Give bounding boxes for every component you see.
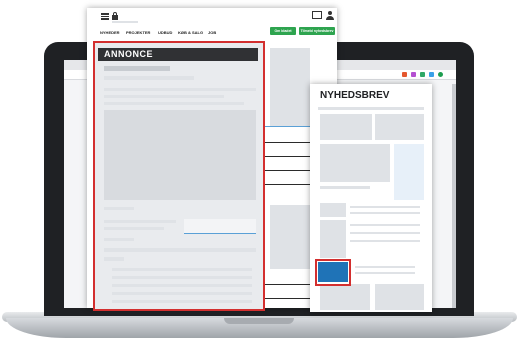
ad-text-placeholder [104,88,256,91]
newsletter-image-placeholder [375,114,424,140]
menu-icon[interactable] [101,12,109,20]
extension-icon[interactable] [402,72,407,77]
newsletter-text-placeholder [355,266,415,268]
ad-text-placeholder [104,248,256,252]
newsletter-image-placeholder [320,284,370,310]
ad-text-placeholder [104,207,134,210]
about-button[interactable]: Om bladet [270,27,296,35]
ad-text-placeholder [112,284,252,287]
newsletter-image-placeholder [320,220,346,258]
ad-text-placeholder [104,76,194,80]
nav-item-udbud[interactable]: UDBUD [158,30,172,35]
newsletter-text-placeholder [318,107,424,110]
newsletter-image-placeholder [320,114,372,140]
newsletter-text-placeholder [355,272,415,274]
nav-item-nyheder[interactable]: NYHEDER [100,30,120,35]
newsletter-text-placeholder [350,212,420,214]
ad-text-placeholder [104,257,124,261]
ad-text-placeholder [104,102,244,105]
ad-headline-placeholder [104,66,170,71]
newsletter-text-placeholder [350,206,420,208]
extension-icon[interactable] [411,72,416,77]
extension-icon[interactable] [420,72,425,77]
newsletter-text-placeholder [350,224,420,226]
newsletter-image-placeholder [320,203,346,217]
ad-text-placeholder [112,292,252,295]
newsletter-ad-highlight [315,259,351,286]
divider [262,298,310,299]
mail-icon[interactable] [312,11,322,19]
ad-input-underline [184,233,256,234]
ad-text-placeholder [112,300,252,303]
nav-item-job[interactable]: JOB [208,30,216,35]
advertisement-label: ANNONCE [98,48,258,61]
laptop-notch [224,318,294,324]
divider [262,184,310,185]
ad-text-placeholder [112,276,252,279]
extension-icon[interactable] [429,72,434,77]
divider [262,156,310,157]
divider [262,142,310,143]
scrollbar[interactable] [452,84,456,308]
ad-input-placeholder [184,219,256,233]
newsletter-image-placeholder [320,144,390,182]
ad-text-placeholder [104,227,164,230]
ad-text-placeholder [104,95,224,98]
divider [262,170,310,171]
newsletter-sidebar-placeholder [394,144,424,200]
ad-image-placeholder [104,110,256,200]
browser-toolbar-icons [402,71,448,78]
subscribe-newsletter-button[interactable]: Tilmeld nyhedsbrev [299,27,335,35]
newsletter-image-placeholder [375,284,424,310]
newsletter-title: NYHEDSBREV [320,90,390,101]
profile-icon[interactable] [438,72,443,77]
divider [262,126,310,127]
ad-text-placeholder [112,268,252,271]
newsletter-text-placeholder [350,232,420,234]
logo-subtext [112,21,138,23]
nav-item-projekter[interactable]: PROJEKTER [126,30,150,35]
article-image [270,48,310,126]
article-image [270,205,310,269]
ad-text-placeholder [104,238,134,241]
lock-icon [112,12,118,20]
nav-item-koeb-salg[interactable]: KØB & SALG [178,30,203,35]
newsletter-text-placeholder [320,186,370,189]
ad-text-placeholder [104,220,176,223]
newsletter-text-placeholder [350,240,420,242]
user-icon[interactable] [326,11,334,20]
divider [262,284,310,285]
